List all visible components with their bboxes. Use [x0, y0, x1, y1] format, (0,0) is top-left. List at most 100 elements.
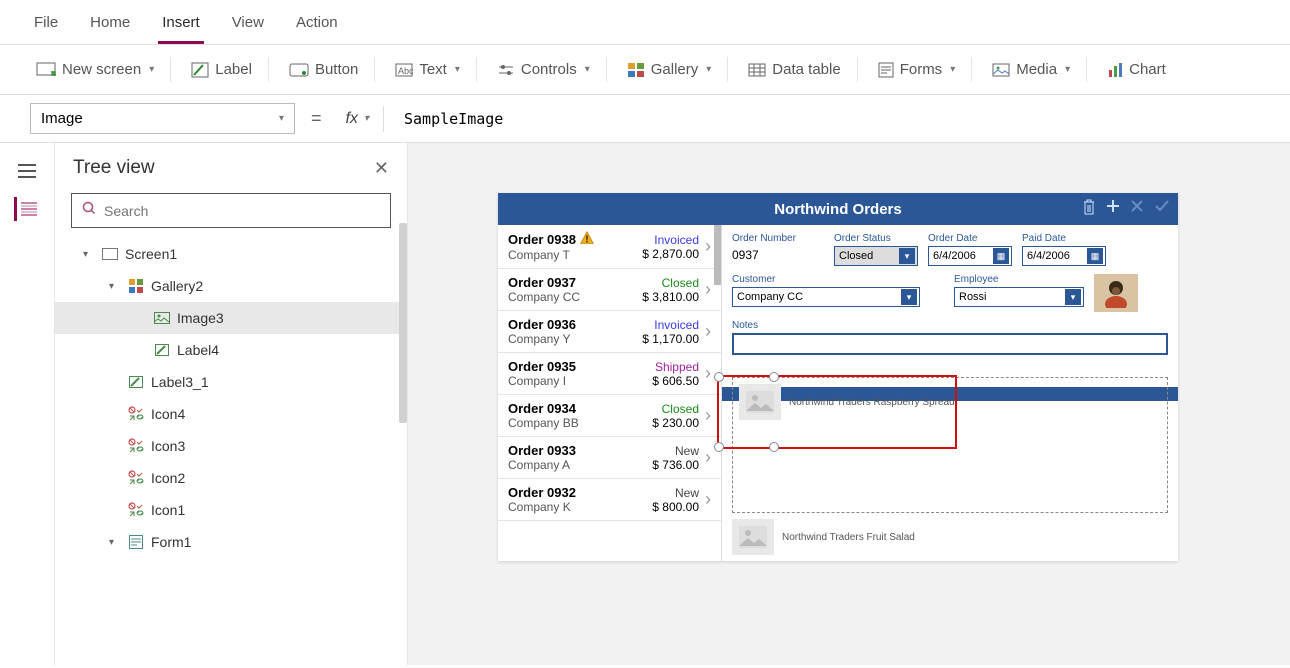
- chevron-right-icon: ›: [705, 405, 711, 426]
- gallery-icon: [627, 62, 645, 78]
- chevron-down-icon: ▾: [706, 64, 711, 75]
- gallery-item-label: Northwind Traders Fruit Salad: [782, 532, 915, 543]
- icon-group-icon: [127, 405, 145, 423]
- chevron-right-icon: ›: [705, 279, 711, 300]
- order-row[interactable]: Order 0938 Company TInvoiced$ 2,870.00›: [498, 225, 721, 269]
- order-date-input[interactable]: 6/4/2006▦: [928, 246, 1012, 266]
- label-button[interactable]: Label: [175, 57, 269, 82]
- employee-dropdown[interactable]: Rossi▾: [954, 287, 1084, 307]
- detail-gallery[interactable]: Northwind Traders Raspberry Spread: [732, 377, 1168, 513]
- svg-text:Abc: Abc: [398, 66, 413, 76]
- screen-icon: [101, 245, 119, 263]
- order-status-dropdown[interactable]: Closed▾: [834, 246, 918, 266]
- paid-date-input[interactable]: 6/4/2006▦: [1022, 246, 1106, 266]
- tree-scrollbar[interactable]: [399, 223, 407, 423]
- media-icon: [992, 63, 1010, 77]
- check-icon[interactable]: [1154, 199, 1170, 219]
- app-header: Northwind Orders: [498, 193, 1178, 225]
- tree-node-screen1[interactable]: ▾Screen1: [55, 238, 407, 270]
- chevron-down-icon: ▾: [585, 64, 590, 75]
- search-icon: [82, 201, 96, 220]
- tab-view[interactable]: View: [228, 8, 268, 44]
- new-screen-button[interactable]: New screen▾: [20, 57, 171, 82]
- ribbon: New screen▾ Label Button Abc Text▾ Contr…: [0, 45, 1290, 95]
- employee-label: Employee: [954, 274, 1084, 285]
- tab-home[interactable]: Home: [86, 8, 134, 44]
- calendar-icon: ▦: [1087, 248, 1103, 264]
- formula-value[interactable]: SampleImage: [394, 106, 1260, 132]
- data-table-icon: [748, 63, 766, 77]
- image-icon: [153, 309, 171, 327]
- tree-node-label4[interactable]: Label4: [55, 334, 407, 366]
- order-row[interactable]: Order 0936 Company YInvoiced$ 1,170.00›: [498, 311, 721, 353]
- forms-button[interactable]: Forms▾: [862, 57, 973, 82]
- search-input[interactable]: [104, 203, 380, 219]
- order-row[interactable]: Order 0933 Company ANew$ 736.00›: [498, 437, 721, 479]
- order-row[interactable]: Order 0932 Company KNew$ 800.00›: [498, 479, 721, 521]
- gallery-button[interactable]: Gallery▾: [611, 57, 729, 82]
- warning-icon: [580, 231, 594, 248]
- plus-icon[interactable]: [1106, 199, 1120, 219]
- text-button[interactable]: Abc Text▾: [379, 57, 477, 82]
- chevron-right-icon: ›: [705, 321, 711, 342]
- text-icon: Abc: [395, 63, 413, 77]
- gallery-icon: [127, 277, 145, 295]
- trash-icon[interactable]: [1082, 199, 1096, 219]
- form-icon: [127, 533, 145, 551]
- fx-label[interactable]: fx ▾: [338, 106, 384, 132]
- cancel-icon[interactable]: [1130, 199, 1144, 219]
- property-dropdown[interactable]: Image ▾: [30, 103, 295, 134]
- paid-date-label: Paid Date: [1022, 233, 1106, 244]
- order-row[interactable]: Order 0937 Company CCClosed$ 3,810.00›: [498, 269, 721, 311]
- tree-node-label3-1[interactable]: Label3_1: [55, 366, 407, 398]
- tab-action[interactable]: Action: [292, 8, 342, 44]
- chevron-down-icon: ▾: [149, 64, 154, 75]
- tree-node-icon2[interactable]: Icon2: [55, 462, 407, 494]
- label-icon: [127, 373, 145, 391]
- media-button[interactable]: Media▾: [976, 57, 1087, 82]
- forms-icon: [878, 62, 894, 78]
- chevron-down-icon: ▾: [279, 113, 284, 124]
- order-number-value: 0937: [732, 246, 824, 262]
- employee-avatar: [1094, 274, 1138, 312]
- close-icon[interactable]: ✕: [374, 158, 389, 179]
- screen-icon: [36, 62, 56, 78]
- order-number-label: Order Number: [732, 233, 824, 244]
- tree-panel: Tree view ✕ ▾Screen1 ▾Gallery2 Image3 La…: [55, 143, 408, 665]
- chart-button[interactable]: Chart: [1091, 57, 1182, 82]
- notes-label: Notes: [732, 320, 1168, 331]
- label-icon: [153, 341, 171, 359]
- order-row[interactable]: Order 0935 Company IShipped$ 606.50›: [498, 353, 721, 395]
- controls-button[interactable]: Controls▾: [481, 57, 607, 82]
- chevron-down-icon: ▾: [1065, 289, 1081, 305]
- chevron-down-icon: ▾: [364, 113, 369, 124]
- tree-node-icon1[interactable]: Icon1: [55, 494, 407, 526]
- button-button[interactable]: Button: [273, 57, 375, 82]
- gallery-item[interactable]: Northwind Traders Fruit Salad: [722, 513, 1168, 561]
- tree-node-image3[interactable]: Image3: [55, 302, 407, 334]
- tree-node-icon3[interactable]: Icon3: [55, 430, 407, 462]
- tree-search[interactable]: [71, 193, 391, 228]
- image-placeholder-icon: [732, 519, 774, 555]
- icon-group-icon: [127, 437, 145, 455]
- canvas: Northwind Orders Order 0938 Company TInv…: [408, 143, 1290, 665]
- tree-node-gallery2[interactable]: ▾Gallery2: [55, 270, 407, 302]
- notes-input[interactable]: [732, 333, 1168, 355]
- tree-view-icon[interactable]: [14, 197, 38, 221]
- tree-node-form1[interactable]: ▾Form1: [55, 526, 407, 558]
- app-preview[interactable]: Northwind Orders Order 0938 Company TInv…: [498, 193, 1178, 561]
- customer-label: Customer: [732, 274, 920, 285]
- data-table-button[interactable]: Data table: [732, 57, 857, 82]
- hamburger-icon[interactable]: [15, 159, 39, 183]
- tree-node-icon4[interactable]: Icon4: [55, 398, 407, 430]
- chevron-down-icon: ▾: [455, 64, 460, 75]
- app-title: Northwind Orders: [774, 201, 902, 218]
- tab-file[interactable]: File: [30, 8, 62, 44]
- calendar-icon: ▦: [993, 248, 1009, 264]
- tab-insert[interactable]: Insert: [158, 8, 204, 44]
- order-row[interactable]: Order 0934 Company BBClosed$ 230.00›: [498, 395, 721, 437]
- order-date-label: Order Date: [928, 233, 1012, 244]
- chevron-right-icon: ›: [705, 447, 711, 468]
- selection-box[interactable]: [717, 375, 957, 449]
- customer-dropdown[interactable]: Company CC▾: [732, 287, 920, 307]
